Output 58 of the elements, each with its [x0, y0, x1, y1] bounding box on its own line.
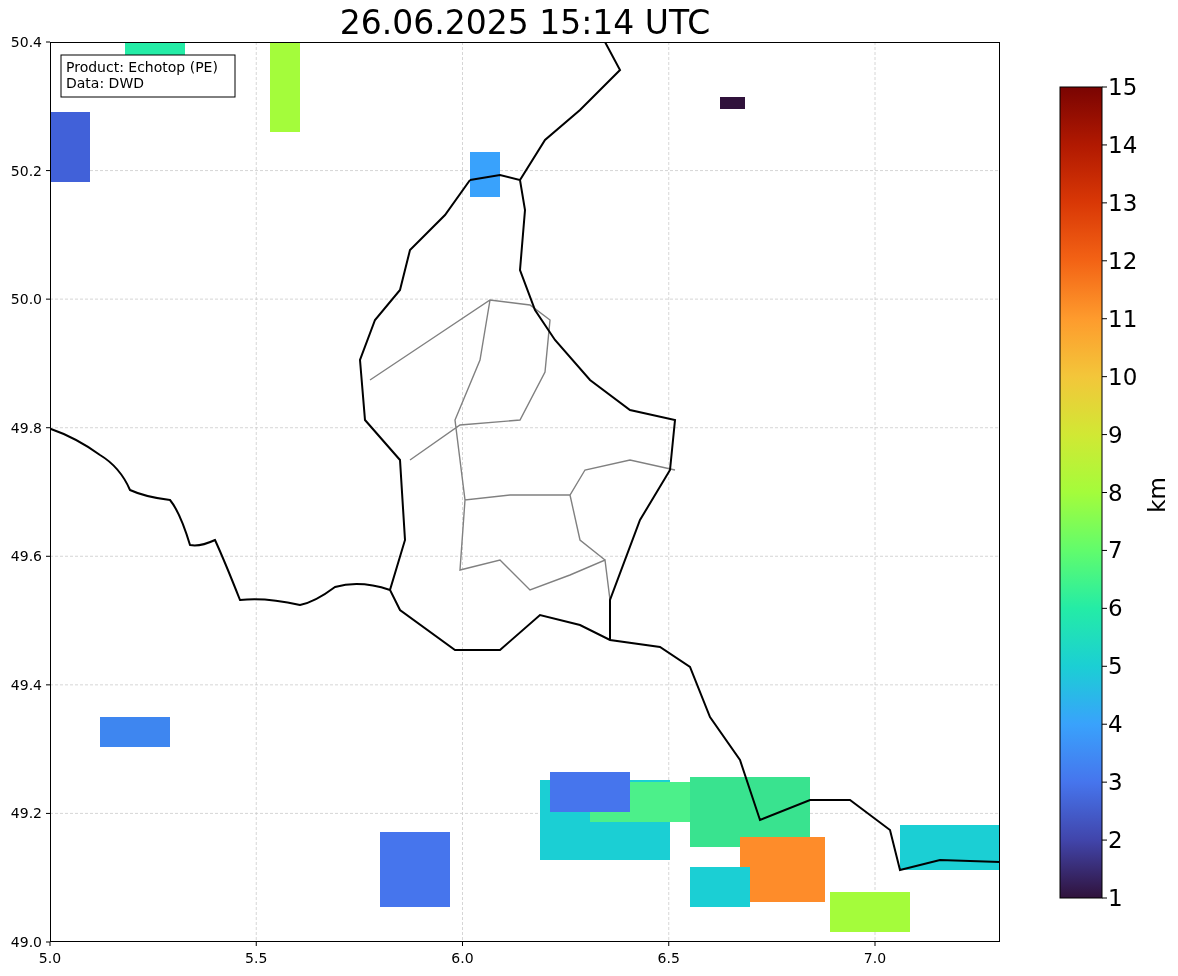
colorbar-tick-label: 6	[1108, 595, 1123, 622]
tick-mark	[46, 684, 50, 686]
colorbar-tick-label: 5	[1108, 653, 1123, 680]
tick-mark	[1102, 144, 1107, 146]
colorbar-tick-label: 14	[1108, 131, 1138, 158]
axis-tick-label: 49.2	[10, 805, 42, 822]
tick-mark	[46, 298, 50, 300]
tick-mark	[874, 942, 876, 946]
axis-tick-label: 5.5	[245, 950, 268, 966]
axis-tick-label: 5.0	[38, 950, 62, 966]
colorbar-tick-label: 15	[1108, 74, 1138, 100]
colorbar-tick-label: 9	[1108, 421, 1123, 448]
axis-tick-label: 50.4	[10, 34, 42, 50]
tick-mark	[255, 942, 257, 946]
tick-mark	[1102, 665, 1107, 667]
axis-tick-label: 50.2	[10, 162, 42, 179]
colorbar-tick-label: 3	[1108, 769, 1123, 796]
tick-mark	[1102, 839, 1107, 841]
tick-mark	[668, 942, 670, 946]
tick-mark	[1102, 549, 1107, 551]
tick-mark	[1102, 607, 1107, 609]
info-text: Product: Echotop (PE)	[66, 59, 218, 75]
axis-tick-label: 50.0	[10, 291, 42, 308]
axis-tick-label: 49.4	[10, 676, 42, 693]
colorbar-tick-label: 1	[1108, 885, 1123, 911]
tick-mark	[1102, 897, 1107, 899]
tick-mark	[46, 812, 50, 814]
tick-mark	[46, 41, 50, 43]
tick-mark	[46, 170, 50, 172]
tick-mark	[1102, 86, 1107, 88]
colorbar-tick-label: 11	[1108, 305, 1138, 332]
colorbar-label: km	[1144, 477, 1170, 513]
tick-mark	[1102, 781, 1107, 783]
tick-mark	[46, 427, 50, 429]
chart-title: 26.06.2025 15:14 UTC	[339, 3, 711, 42]
axis-tick-label: 6.5	[657, 950, 680, 966]
colorbar-tick-label: 12	[1108, 247, 1138, 274]
tick-mark	[1102, 434, 1107, 436]
colorbar-tick-label: 7	[1108, 537, 1123, 564]
axis-tick-label: 49.0	[10, 934, 42, 950]
tick-mark	[46, 555, 50, 557]
axis-tick-label: 49.6	[10, 548, 42, 565]
tick-mark	[1102, 260, 1107, 262]
tick-mark	[1102, 376, 1107, 378]
tick-mark	[1102, 202, 1107, 204]
axis-tick-label: 6.0	[451, 950, 474, 966]
tick-mark	[1102, 492, 1107, 493]
tick-mark	[1102, 723, 1107, 725]
tick-mark	[1102, 318, 1107, 320]
colorbar-tick-label: 13	[1108, 189, 1138, 216]
colorbar-tick-label: 10	[1108, 363, 1138, 390]
colorbar-tick-label: 8	[1108, 479, 1123, 506]
colorbar-tick-label: 2	[1108, 827, 1123, 854]
colorbar-tick-label: 4	[1108, 711, 1123, 738]
axis-tick-label: 7.0	[863, 950, 887, 966]
tick-mark	[462, 942, 463, 946]
axis-tick-label: 49.8	[10, 419, 42, 436]
info-text: Data: DWD	[66, 75, 144, 91]
